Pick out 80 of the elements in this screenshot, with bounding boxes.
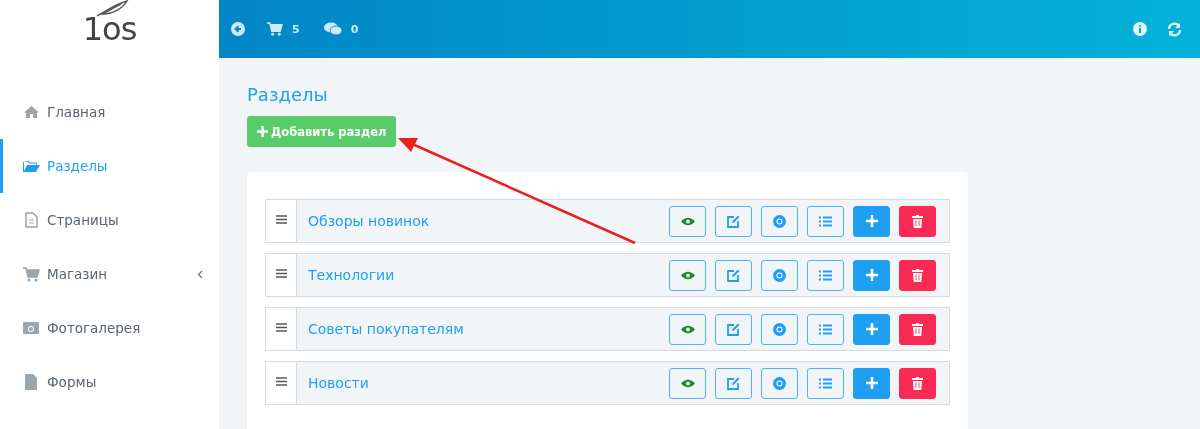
chat-icon[interactable] [323, 22, 342, 36]
refresh-icon[interactable] [1167, 21, 1182, 37]
eye-icon [680, 216, 695, 226]
edit-button[interactable] [715, 367, 752, 399]
cart-icon [22, 266, 40, 282]
edit-button[interactable] [715, 205, 752, 237]
edit-icon [727, 268, 740, 282]
plus-icon [865, 269, 878, 281]
messages-count: 0 [350, 22, 359, 36]
plus-icon [257, 126, 268, 137]
view-button[interactable] [669, 259, 706, 291]
edit-icon [727, 322, 740, 336]
add-button[interactable] [853, 205, 890, 237]
cart-icon[interactable] [267, 22, 283, 36]
list-icon [819, 323, 832, 335]
add-section-button[interactable]: Добавить раздел [247, 116, 397, 147]
eye-icon [680, 378, 695, 388]
sidebar-item[interactable]: Формы [0, 355, 219, 409]
globe-icon [773, 322, 786, 336]
globe-icon [773, 214, 786, 228]
edit-icon [727, 376, 740, 390]
browser-button[interactable] [761, 259, 798, 291]
drag-handle-icon[interactable] [275, 377, 287, 386]
browser-button[interactable] [761, 205, 798, 237]
sidebar-item[interactable]: Магазин [0, 247, 219, 301]
section-name[interactable]: Советы покупателям [308, 321, 464, 337]
edit-icon [727, 214, 740, 228]
sidebar-item[interactable]: Главная [0, 85, 219, 139]
logo-text: 1os [82, 13, 137, 45]
folder-icon [22, 159, 40, 173]
list-button[interactable] [807, 313, 844, 345]
edit-button[interactable] [715, 313, 752, 345]
list-icon [819, 269, 832, 281]
drag-handle-icon[interactable] [275, 215, 287, 224]
delete-button[interactable] [899, 313, 936, 345]
trash-icon [912, 376, 923, 390]
edit-button[interactable] [715, 259, 752, 291]
sidebar-item[interactable]: Страницы [0, 193, 219, 247]
sidebar-item[interactable]: Фотогалерея [0, 301, 219, 355]
view-button[interactable] [669, 367, 706, 399]
info-icon[interactable] [1133, 22, 1147, 36]
feather-icon [94, 0, 129, 18]
list-button[interactable] [807, 205, 844, 237]
cart-count: 5 [292, 22, 300, 36]
plus-icon [865, 215, 878, 227]
delete-button[interactable] [899, 259, 936, 291]
drag-handle-icon[interactable] [275, 323, 287, 332]
view-button[interactable] [669, 313, 706, 345]
section-name[interactable]: Новости [308, 375, 369, 391]
delete-button[interactable] [899, 205, 936, 237]
globe-icon [773, 268, 786, 282]
drag-handle-icon[interactable] [275, 269, 287, 278]
list-button[interactable] [807, 367, 844, 399]
section-name[interactable]: Обзоры новинок [308, 213, 430, 229]
delete-button[interactable] [899, 367, 936, 399]
file-icon [25, 374, 37, 390]
section-name[interactable]: Технологии [308, 267, 395, 283]
trash-icon [912, 268, 923, 282]
trash-icon [912, 214, 923, 228]
view-button[interactable] [669, 205, 706, 237]
camera-icon [23, 321, 39, 335]
plus-icon [865, 323, 878, 335]
globe-icon [773, 376, 786, 390]
sidebar-item[interactable]: Разделы [0, 139, 219, 193]
add-button[interactable] [853, 313, 890, 345]
browser-button[interactable] [761, 313, 798, 345]
plus-icon [865, 377, 878, 389]
document-icon [24, 212, 38, 228]
add-button[interactable] [853, 367, 890, 399]
list-icon [819, 215, 832, 227]
page-title: Разделы [247, 84, 329, 105]
trash-icon [912, 322, 923, 336]
home-icon [22, 105, 40, 119]
list-icon [819, 377, 832, 389]
browser-button[interactable] [761, 367, 798, 399]
eye-icon [680, 324, 695, 334]
list-button[interactable] [807, 259, 844, 291]
eye-icon [680, 270, 695, 280]
back-icon[interactable] [231, 22, 245, 36]
add-button[interactable] [853, 259, 890, 291]
